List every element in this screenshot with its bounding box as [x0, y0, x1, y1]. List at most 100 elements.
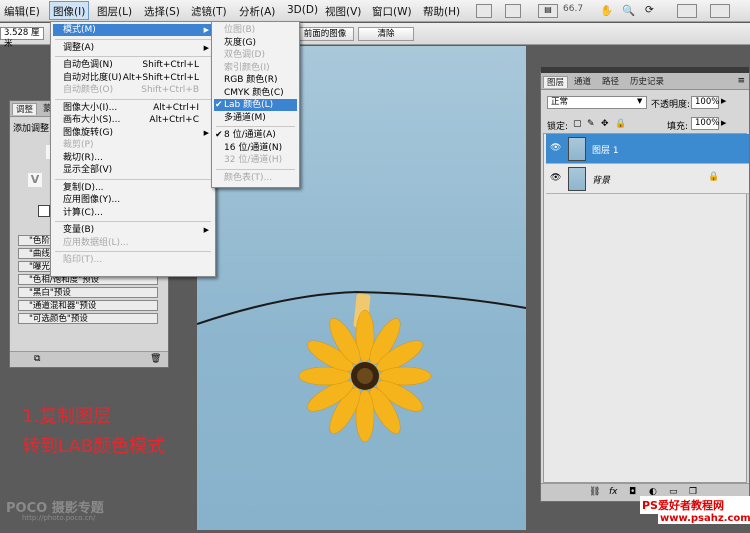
menu-select[interactable]: 选择(S)	[144, 4, 180, 19]
lock-position-icon[interactable]: ✥	[601, 119, 609, 129]
bridge-icon[interactable]	[476, 4, 492, 18]
image-menu-item[interactable]: 应用数据组(L)...	[53, 237, 213, 249]
preset-black-white[interactable]: "黑白"预设	[18, 287, 158, 298]
submenu-arrow-icon: ▶	[203, 128, 209, 137]
menu-analysis[interactable]: 分析(A)	[239, 4, 275, 19]
chevron-down-icon: ▼	[637, 97, 643, 105]
delete-icon[interactable]: 🗑	[150, 354, 161, 364]
menu-item-label: Lab 颜色(L)	[224, 100, 274, 110]
menu-image[interactable]: 图像(I)	[49, 1, 90, 20]
annotation-line-2: 转到LAB颜色模式	[22, 436, 166, 457]
opacity-field[interactable]: 100%	[691, 96, 719, 109]
image-menu-item[interactable]: 陷印(T)...	[53, 254, 213, 266]
image-menu-item[interactable]: 裁剪(P)	[53, 139, 213, 151]
layer-thumbnail	[568, 167, 586, 191]
zoom-tool-icon[interactable]: 🔍	[622, 4, 635, 17]
layer-row[interactable]: 👁 图层 1	[546, 134, 749, 164]
mode-menu-item[interactable]: RGB 颜色(R)	[214, 74, 297, 86]
layer-style-icon[interactable]: fx	[609, 487, 618, 497]
image-menu-item[interactable]: 自动色调(N) Shift+Ctrl+L	[53, 59, 213, 71]
menu-edit[interactable]: 编辑(E)	[4, 4, 40, 19]
image-menu-item[interactable]: 自动颜色(O) Shift+Ctrl+B	[53, 84, 213, 96]
eye-icon[interactable]: 👁	[550, 143, 561, 153]
channel-mixer-icon[interactable]	[38, 205, 50, 217]
front-image-button[interactable]: 前面的图像	[296, 27, 354, 41]
image-menu-item[interactable]: 复制(D)...	[53, 182, 213, 194]
image-menu-item[interactable]: 裁切(R)...	[53, 152, 213, 164]
preset-selective-color[interactable]: "可选颜色"预设	[18, 313, 158, 324]
adjust-footer: ⧉ 🗑	[10, 351, 168, 367]
mode-menu-item[interactable]: 灰度(G)	[214, 37, 297, 49]
menu-help[interactable]: 帮助(H)	[423, 4, 460, 19]
layer-name[interactable]: 图层 1	[592, 143, 619, 156]
lock-transparent-icon[interactable]: ▢	[573, 119, 582, 129]
menu-item-label: 应用图像(Y)...	[63, 195, 121, 205]
mode-menu-item[interactable]: 颜色表(T)...	[214, 172, 297, 184]
eye-icon[interactable]: 👁	[550, 173, 561, 183]
minibridge-icon[interactable]	[505, 4, 521, 18]
zoom-level[interactable]: 66.7	[563, 4, 583, 14]
layer-mask-icon[interactable]: ◘	[629, 487, 636, 497]
image-menu-item[interactable]: 计算(C)...	[53, 207, 213, 219]
tab-layers[interactable]: 图层	[543, 76, 569, 88]
image-menu-item[interactable]: 模式(M) ▶	[53, 24, 213, 36]
resolution-field[interactable]: 3.528 厘米	[0, 27, 44, 49]
mode-menu-item[interactable]: 位图(B)	[214, 24, 297, 36]
lock-image-icon[interactable]: ✎	[587, 119, 595, 129]
hand-tool-icon[interactable]: ✋	[600, 4, 613, 17]
lock-icon: 🔒	[708, 172, 720, 182]
menu-view[interactable]: 视图(V)	[325, 4, 361, 19]
image-menu-item[interactable]: 图像大小(I)... Alt+Ctrl+I	[53, 102, 213, 114]
menu-3d[interactable]: 3D(D)	[287, 4, 318, 16]
fill-field[interactable]: 100%	[691, 117, 719, 130]
tab-paths[interactable]: 路径	[599, 76, 622, 88]
arrange-documents-icon[interactable]	[677, 4, 697, 18]
panel-menu-icon[interactable]: ≡	[737, 76, 745, 86]
view-extras-icon[interactable]: ▤	[538, 4, 558, 18]
mode-menu-item[interactable]: 16 位/通道(N)	[214, 142, 297, 154]
image-menu-item[interactable]: 应用图像(Y)...	[53, 194, 213, 206]
menu-filter[interactable]: 滤镜(T)	[191, 4, 227, 19]
mode-menu-item[interactable]: ✔ 8 位/通道(A)	[214, 129, 297, 141]
menu-window[interactable]: 窗口(W)	[372, 4, 412, 19]
menu-item-label: 灰度(G)	[224, 37, 256, 48]
image-menu-item[interactable]: 自动对比度(U) Alt+Shift+Ctrl+L	[53, 72, 213, 84]
tab-history[interactable]: 历史记录	[627, 76, 667, 88]
mode-menu-item[interactable]: 索引颜色(I)	[214, 62, 297, 74]
menu-item-label: RGB 颜色(R)	[224, 75, 278, 85]
tab-channels[interactable]: 通道	[571, 76, 594, 88]
watermark-right-url: www.psahz.com	[658, 513, 750, 524]
image-menu-item[interactable]: 图像旋转(G) ▶	[53, 127, 213, 139]
menu-item-label: 裁剪(P)	[63, 140, 94, 150]
menu-separator	[216, 168, 295, 170]
image-menu-item[interactable]: 画布大小(S)... Alt+Ctrl+C	[53, 114, 213, 126]
mode-menu-item[interactable]: 多通道(M)	[214, 112, 297, 124]
screen-mode-icon[interactable]	[710, 4, 730, 18]
layer-name[interactable]: 背景	[592, 173, 610, 186]
preset-channel-mixer[interactable]: "通道混和器"预设	[18, 300, 158, 311]
menu-separator	[55, 38, 211, 40]
blend-mode-select[interactable]: 正常	[547, 96, 647, 109]
fill-arrow-icon[interactable]: ▶	[721, 119, 726, 127]
clip-icon[interactable]: ⧉	[34, 354, 40, 364]
image-menu-item[interactable]: 调整(A) ▶	[53, 42, 213, 54]
image-menu-item[interactable]: 显示全部(V)	[53, 164, 213, 176]
clear-button[interactable]: 清除	[358, 27, 414, 41]
mode-menu-item[interactable]: CMYK 颜色(C)	[214, 87, 297, 99]
link-layers-icon[interactable]: ⛓	[589, 487, 600, 497]
image-menu-item[interactable]: 变量(B) ▶	[53, 224, 213, 236]
layer-row[interactable]: 👁 背景 🔒	[546, 164, 749, 194]
tab-adjustments[interactable]: 调整	[12, 103, 38, 115]
menu-layer[interactable]: 图层(L)	[97, 4, 132, 19]
menu-item-label: 位图(B)	[224, 25, 256, 35]
mode-menu-item[interactable]: 双色调(D)	[214, 49, 297, 61]
mode-menu-item[interactable]: ✔ Lab 颜色(L)	[214, 99, 297, 111]
vibrance-icon[interactable]: V	[28, 173, 42, 187]
menu-separator	[55, 98, 211, 100]
mode-menu-item[interactable]: 32 位/通道(H)	[214, 154, 297, 166]
opacity-arrow-icon[interactable]: ▶	[721, 97, 726, 105]
lock-all-icon[interactable]: 🔒	[615, 119, 626, 129]
menu-separator	[55, 221, 211, 222]
rotate-view-icon[interactable]: ⟳	[645, 4, 654, 16]
mode-submenu: 位图(B) 灰度(G) 双色调(D) 索引颜色(I) RGB 颜色(R) CMYK 颜色(…	[211, 21, 300, 188]
